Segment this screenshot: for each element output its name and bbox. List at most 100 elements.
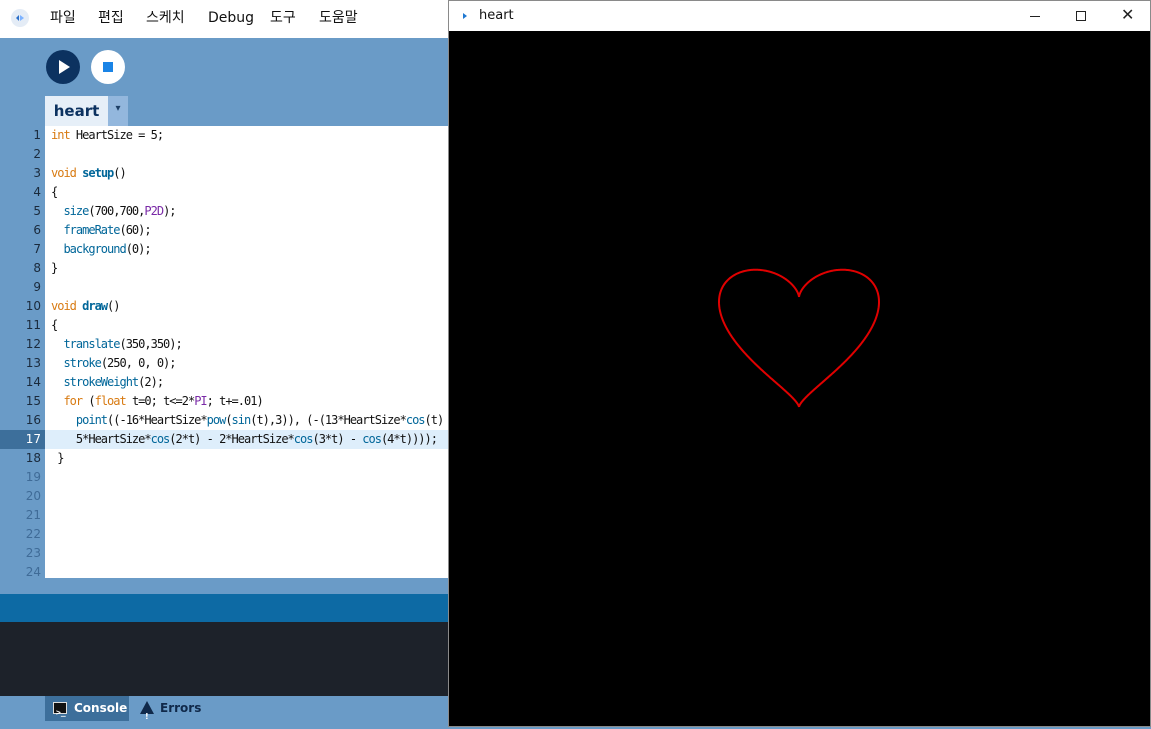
run-button[interactable] [46, 50, 80, 84]
menu-sketch[interactable]: 스케치 [146, 9, 185, 27]
code-editor[interactable]: int HeartSize = 5; void setup(){ size(700… [45, 126, 450, 578]
app-logo-icon[interactable] [11, 9, 29, 27]
code-token: (2); [138, 375, 164, 389]
line-number: 6 [33, 223, 41, 237]
code-token: cos [405, 413, 426, 427]
line-number: 4 [33, 185, 41, 199]
console-tab[interactable]: >_ Console [45, 696, 129, 721]
line-number: 18 [25, 451, 41, 465]
code-token: void [51, 299, 77, 313]
line-number: 22 [25, 527, 41, 541]
code-token: (700,700, [88, 204, 145, 218]
sketch-title-bar[interactable]: heart ✕ [449, 1, 1150, 31]
line-number: 1 [33, 128, 41, 142]
console-tab-label: Console [74, 701, 128, 715]
code-token: ( [82, 394, 95, 408]
terminal-icon: >_ [53, 702, 67, 717]
toolbar [0, 38, 450, 93]
code-line: int HeartSize = 5; [51, 126, 164, 145]
code-line: for (float t=0; t<=2*PI; t+=.01) [51, 392, 263, 411]
line-number: 8 [33, 261, 41, 275]
code-token: cos [150, 432, 171, 446]
minimize-icon [1030, 16, 1040, 17]
code-token: P2D [144, 204, 164, 218]
line-number: 21 [25, 508, 41, 522]
code-token: } [51, 261, 58, 275]
close-button[interactable]: ✕ [1104, 1, 1150, 31]
editor-horizontal-scrollbar[interactable] [0, 578, 450, 594]
menu-edit[interactable]: 편집 [98, 9, 124, 27]
line-number: 19 [25, 470, 41, 484]
code-line: } [51, 449, 64, 468]
sketch-window-title: heart [479, 8, 514, 23]
code-line: 5*HeartSize*cos(2*t) - 2*HeartSize*cos(3… [51, 430, 438, 449]
line-number: 17 [25, 432, 41, 446]
code-token: 5*HeartSize* [51, 432, 152, 446]
code-token: (4*t)))); [380, 432, 438, 446]
code-token: { [51, 185, 58, 199]
line-number: 9 [33, 280, 41, 294]
code-token: frameRate [63, 223, 120, 237]
line-number: 13 [25, 356, 41, 370]
stop-icon [103, 62, 113, 72]
menu-help[interactable]: 도움말 [319, 9, 358, 27]
heart-curve [717, 268, 881, 408]
line-number: 12 [25, 337, 41, 351]
code-line: strokeWeight(2); [51, 373, 164, 392]
line-number: 20 [25, 489, 41, 503]
warning-icon: ! [140, 701, 154, 721]
code-token: float [94, 394, 127, 408]
code-token: (t),3)), (-(13*HeartSize* [250, 413, 407, 427]
errors-tab-label: Errors [160, 701, 202, 715]
code-token: ); [163, 204, 176, 218]
code-token: for [63, 394, 83, 408]
code-token: (3*t) - [312, 432, 363, 446]
maximize-button[interactable] [1058, 1, 1104, 31]
code-line: { [51, 316, 58, 335]
line-number-gutter: 1 2 3 4 5 6 7 8 9 10 11 12 13 14 15 16 17 18 19 20 21 22 23 24 [0, 126, 45, 579]
line-number: 5 [33, 204, 41, 218]
code-token: (t) - [424, 413, 450, 427]
console-output[interactable] [0, 622, 450, 696]
sketch-canvas[interactable] [449, 31, 1150, 726]
line-number: 11 [25, 318, 41, 332]
maximize-icon [1076, 11, 1086, 21]
line-number: 3 [33, 166, 41, 180]
tab-menu-button[interactable]: ▾ [108, 96, 128, 126]
line-number: 7 [33, 242, 41, 256]
code-token: } [51, 451, 64, 465]
code-line: size(700,700,P2D); [51, 202, 176, 221]
code-line: } [51, 259, 58, 278]
errors-tab[interactable]: ! Errors [135, 696, 215, 721]
line-number: 10 [25, 299, 41, 313]
tab-heart[interactable]: heart [45, 96, 108, 126]
code-line: translate(350,350); [51, 335, 182, 354]
code-line: point((-16*HeartSize*pow(sin(t),3)), (-(… [51, 411, 450, 430]
code-token: translate [63, 337, 120, 351]
menu-file[interactable]: 파일 [50, 9, 76, 27]
status-bar [0, 594, 450, 622]
code-token: size [63, 204, 89, 218]
code-token: stroke [63, 356, 101, 370]
code-token: point [75, 413, 108, 427]
menu-debug[interactable]: Debug [208, 9, 254, 27]
code-token: () [107, 299, 120, 313]
code-line: background(0); [51, 240, 151, 259]
code-token: strokeWeight [63, 375, 139, 389]
minimize-button[interactable] [1012, 1, 1058, 31]
line-number: 14 [25, 375, 41, 389]
code-token: (350,350); [119, 337, 182, 351]
code-line: stroke(250, 0, 0); [51, 354, 176, 373]
line-number: 23 [25, 546, 41, 560]
sketch-app-icon [463, 13, 467, 19]
code-token: HeartSize = 5; [69, 128, 164, 142]
stop-button[interactable] [91, 50, 125, 84]
menu-tools[interactable]: 도구 [270, 9, 296, 27]
